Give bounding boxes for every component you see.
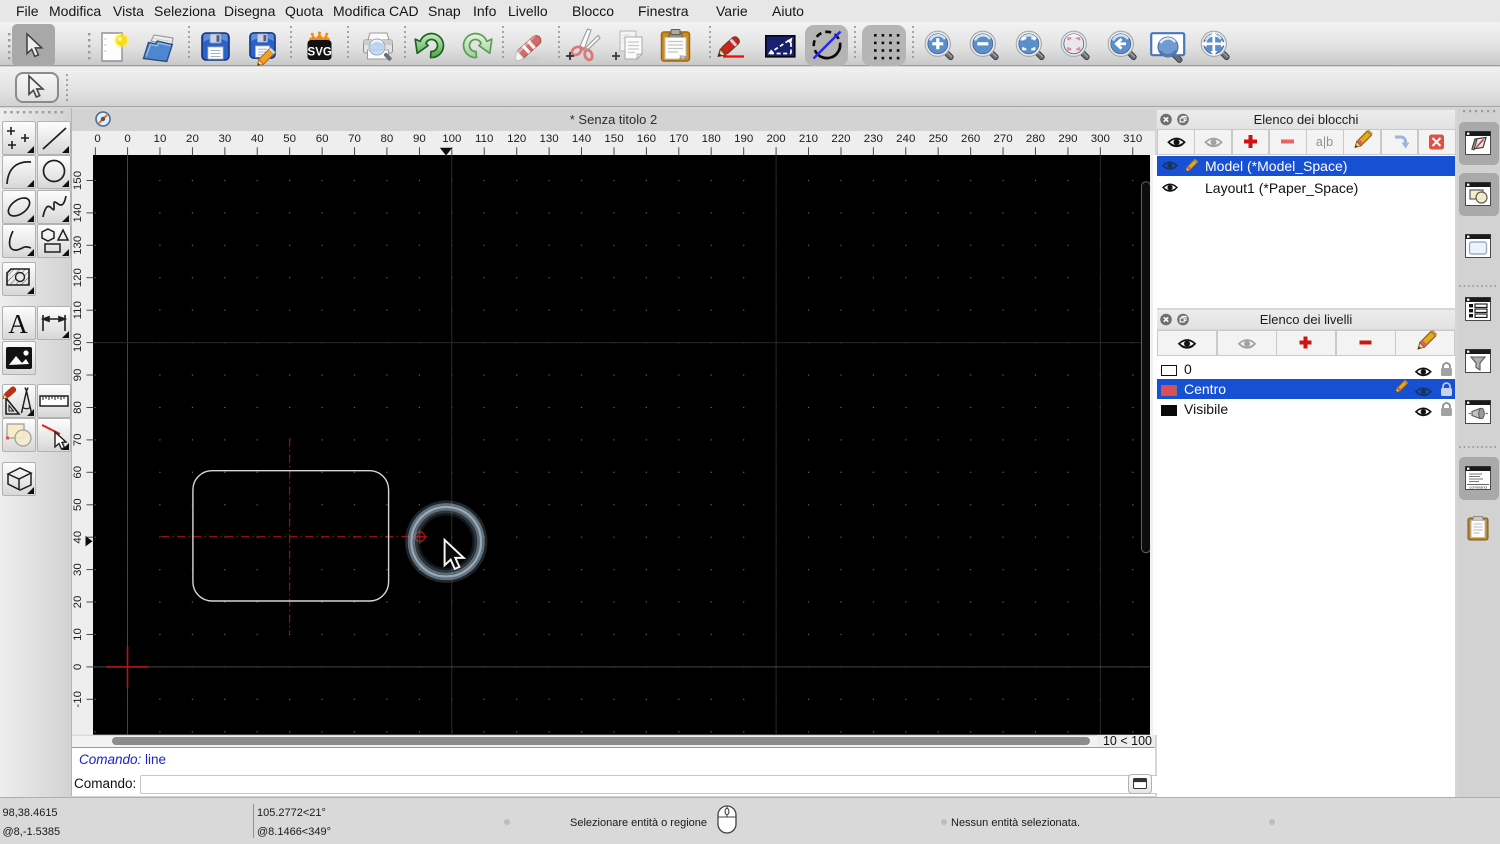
svg-text:120: 120 — [72, 268, 84, 287]
svg-text:110: 110 — [475, 133, 493, 145]
svg-text:30: 30 — [72, 563, 84, 576]
svg-text:150: 150 — [72, 171, 84, 190]
svg-text:210: 210 — [799, 133, 818, 145]
svg-text:10: 10 — [154, 133, 167, 145]
svg-text:190: 190 — [734, 133, 753, 145]
svg-text:200: 200 — [766, 133, 785, 145]
svg-text:command: command — [1469, 485, 1487, 490]
svg-text:20: 20 — [72, 596, 84, 609]
svg-text:80: 80 — [72, 401, 84, 414]
svg-text:160: 160 — [637, 133, 656, 145]
svg-text:260: 260 — [961, 133, 980, 145]
svg-text:100: 100 — [72, 333, 84, 352]
svg-text:60: 60 — [316, 133, 329, 145]
svg-text:100: 100 — [442, 133, 461, 145]
svg-text:90: 90 — [413, 133, 426, 145]
svg-text:310: 310 — [1123, 133, 1142, 145]
svg-text:40: 40 — [251, 133, 264, 145]
svg-text:180: 180 — [702, 133, 721, 145]
svg-text:0: 0 — [72, 664, 84, 670]
svg-text:a|b: a|b — [1316, 135, 1333, 149]
svg-text:30: 30 — [218, 133, 231, 145]
svg-text:-10: -10 — [72, 691, 84, 708]
svg-text:140: 140 — [72, 204, 84, 223]
svg-text:170: 170 — [669, 133, 688, 145]
svg-text:140: 140 — [572, 133, 591, 145]
svg-text:240: 240 — [896, 133, 915, 145]
svg-text:70: 70 — [348, 133, 361, 145]
svg-text:60: 60 — [72, 466, 84, 479]
svg-text:130: 130 — [72, 236, 84, 255]
svg-text:220: 220 — [831, 133, 850, 145]
svg-text:300: 300 — [1091, 133, 1110, 145]
svg-text:50: 50 — [72, 499, 84, 512]
svg-text:230: 230 — [864, 133, 883, 145]
svg-text:10: 10 — [72, 628, 84, 641]
svg-text:290: 290 — [1058, 133, 1077, 145]
svg-text:0: 0 — [124, 133, 130, 145]
svg-text:90: 90 — [72, 369, 84, 382]
svg-text:50: 50 — [283, 133, 296, 145]
svg-text:80: 80 — [381, 133, 394, 145]
svg-text:A: A — [8, 309, 28, 339]
svg-text:SVG: SVG — [308, 47, 332, 59]
svg-text:150: 150 — [604, 133, 623, 145]
svg-text:280: 280 — [1026, 133, 1045, 145]
svg-text:250: 250 — [929, 133, 948, 145]
svg-text:0: 0 — [94, 133, 100, 145]
svg-text:130: 130 — [540, 133, 559, 145]
svg-text:270: 270 — [993, 133, 1012, 145]
svg-text:110: 110 — [72, 301, 84, 319]
svg-text:40: 40 — [72, 531, 84, 544]
svg-text:120: 120 — [507, 133, 526, 145]
svg-text:20: 20 — [186, 133, 199, 145]
svg-text:70: 70 — [72, 434, 84, 447]
